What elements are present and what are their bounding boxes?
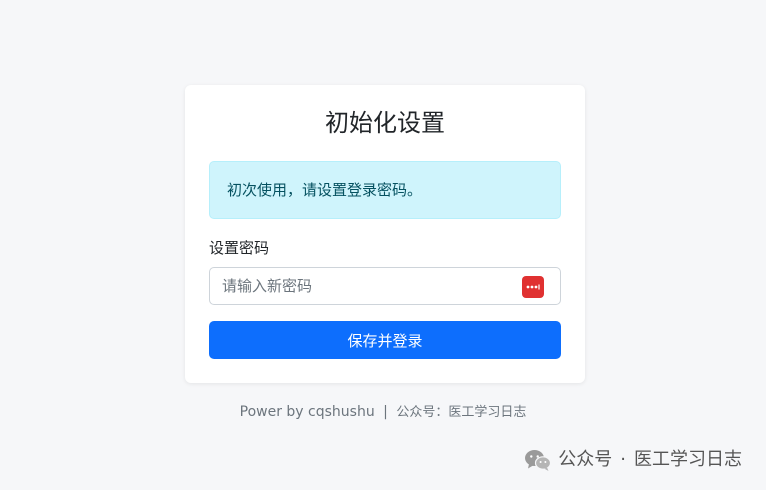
watermark-label: 公众号 <box>558 449 613 470</box>
footer-separator: | <box>383 404 388 420</box>
alert-text: 初次使用，请设置登录密码。 <box>227 181 423 199</box>
footer: Power by cqshushu | 公众号：医工学习日志 <box>0 402 766 423</box>
public-account-text: 公众号：医工学习日志 <box>396 405 527 420</box>
password-field-container <box>209 267 561 305</box>
info-alert: 初次使用，请设置登录密码。 <box>209 161 561 219</box>
page-title: 初始化设置 <box>325 109 445 137</box>
password-input[interactable] <box>210 268 560 304</box>
wechat-icon <box>524 448 552 472</box>
dots-icon <box>526 284 540 290</box>
watermark-name: 医工学习日志 <box>634 449 742 470</box>
password-label: 设置密码 <box>209 239 270 257</box>
setup-card: 初始化设置 初次使用，请设置登录密码。 设置密码 保存并登录 <box>185 85 585 383</box>
watermark-dot: · <box>620 449 626 470</box>
powered-by-text: Power by cqshushu <box>239 404 375 420</box>
password-manager-icon[interactable] <box>522 276 544 298</box>
save-and-login-button[interactable]: 保存并登录 <box>209 321 561 359</box>
wechat-watermark: 公众号 · 医工学习日志 <box>524 447 742 473</box>
